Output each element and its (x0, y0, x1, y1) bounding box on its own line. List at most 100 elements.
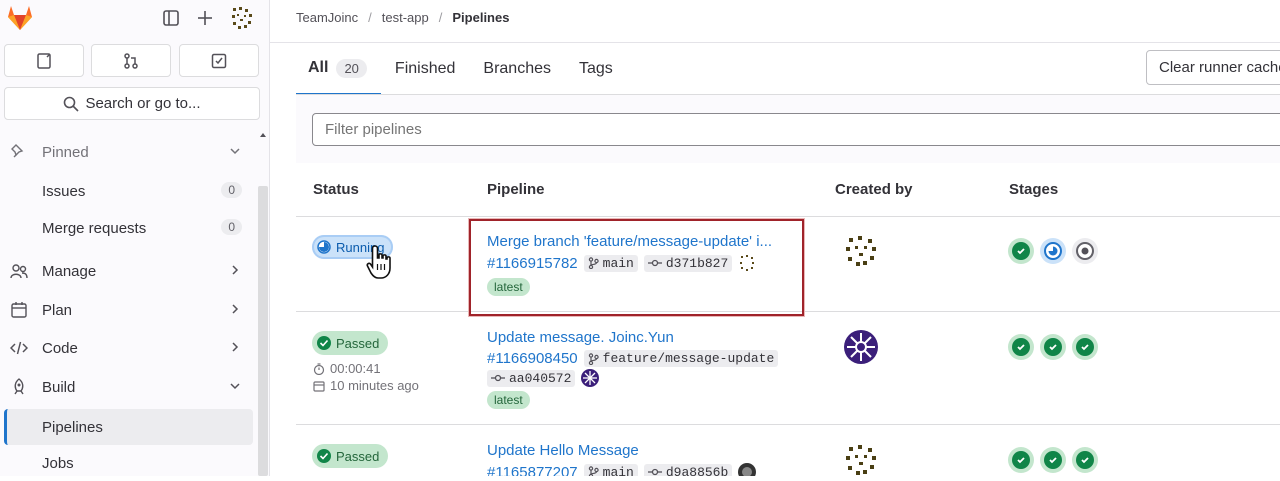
pipeline-meta: #1166908450 feature/message-update (487, 350, 779, 367)
branch-name: main (602, 464, 634, 477)
pipeline-stages (1008, 334, 1098, 360)
search-button[interactable]: Search or go to... (4, 87, 260, 120)
commit-author-avatar[interactable] (581, 369, 600, 387)
pipeline-tabs: All 20 Finished Branches Tags (296, 43, 627, 95)
pin-icon (11, 144, 24, 158)
tab-label: Finished (394, 60, 456, 77)
filter-pipelines-input[interactable] (312, 113, 1280, 146)
rocket-icon (14, 378, 24, 395)
sidebar-item-label: Code (42, 339, 78, 357)
pipeline-title-link[interactable]: Update Hello Message (487, 442, 639, 459)
stage-success-icon[interactable] (1072, 447, 1098, 473)
commit-chip[interactable]: aa040572 (487, 369, 576, 387)
branch-chip[interactable]: feature/message-update (583, 350, 779, 367)
sidebar-toggle-icon[interactable] (158, 5, 184, 31)
passed-status-icon (317, 449, 331, 463)
issues-icon (37, 52, 51, 69)
sidebar-item-label: Manage (42, 262, 97, 280)
code-icon (10, 341, 28, 355)
creator-avatar[interactable] (844, 234, 878, 268)
stage-success-icon[interactable] (1008, 447, 1034, 473)
column-header-status: Status (313, 181, 359, 198)
status-badge-passed[interactable]: Passed (312, 444, 389, 468)
stage-success-icon[interactable] (1008, 334, 1034, 360)
commit-sha: aa040572 (509, 370, 572, 386)
table-row: Passed 00:00:41 10 minutes ago Update me… (296, 312, 1280, 425)
pipeline-meta: #1165877207 main d9a8856b (487, 463, 757, 477)
sidebar-item-plan[interactable]: Plan (0, 292, 256, 328)
merge-requests-shortcut-button[interactable] (91, 44, 171, 77)
column-header-pipeline: Pipeline (487, 181, 545, 198)
chevron-down-icon (230, 383, 240, 390)
issues-count-badge: 0 (221, 182, 242, 198)
chevron-right-icon (232, 304, 239, 314)
sidebar-item-pipelines[interactable]: Pipelines (4, 409, 253, 445)
column-header-created-by: Created by (835, 181, 913, 198)
tab-finished[interactable]: Finished (381, 43, 469, 95)
commit-author-avatar[interactable] (738, 463, 757, 476)
gitlab-logo-icon[interactable] (6, 4, 34, 36)
search-icon (64, 96, 80, 112)
branch-name: feature/message-update (602, 351, 775, 366)
status-label: Passed (336, 335, 380, 351)
commit-icon (647, 468, 662, 476)
todos-shortcut-button[interactable] (179, 44, 259, 77)
scroll-up-arrow-icon[interactable] (259, 131, 267, 139)
sidebar-item-label: Jobs (42, 454, 74, 472)
tab-all[interactable]: All 20 (296, 43, 381, 95)
creator-avatar[interactable] (844, 330, 878, 364)
commit-chip[interactable]: d9a8856b (643, 463, 733, 476)
pipeline-stages (1008, 447, 1098, 473)
branch-chip[interactable]: main (583, 463, 638, 477)
stage-running-icon[interactable] (1040, 238, 1066, 264)
merge-request-icon (124, 52, 138, 69)
chevron-right-icon (232, 265, 239, 275)
pipeline-stages (1008, 238, 1098, 264)
sidebar-item-merge-requests[interactable]: Merge requests 0 (0, 210, 256, 246)
sidebar-item-build[interactable]: Build (0, 369, 256, 405)
breadcrumb-separator: / (368, 10, 372, 25)
creator-avatar[interactable] (844, 443, 878, 476)
sidebar-item-manage[interactable]: Manage (0, 253, 256, 289)
stage-success-icon[interactable] (1072, 334, 1098, 360)
main-content: TeamJoinc / test-app / Pipelines All 20 … (270, 0, 1280, 476)
running-status-icon (317, 240, 331, 254)
users-icon (10, 264, 28, 279)
status-badge-passed[interactable]: Passed (312, 331, 389, 355)
sidebar-topbar (0, 0, 270, 36)
stage-success-icon[interactable] (1040, 334, 1066, 360)
tab-label: Tags (579, 60, 613, 77)
tab-branches[interactable]: Branches (469, 43, 565, 95)
pipeline-id-link[interactable]: #1166908450 (487, 350, 578, 367)
breadcrumb: TeamJoinc / test-app / Pipelines (296, 10, 509, 25)
clear-runner-caches-button[interactable]: Clear runner caches (1146, 50, 1280, 85)
table-row: Passed Update Hello Message #1165877207 … (296, 425, 1280, 476)
latest-badge: latest (487, 391, 530, 409)
stage-pending-icon[interactable] (1072, 238, 1098, 264)
create-new-icon[interactable] (192, 5, 218, 31)
breadcrumb-project[interactable]: test-app (382, 10, 429, 25)
pipeline-title-link[interactable]: Update message. Joinc.Yun (487, 329, 674, 346)
breadcrumb-current[interactable]: Pipelines (452, 10, 509, 25)
branch-icon (588, 352, 599, 365)
sidebar-item-label: Pinned (42, 143, 89, 161)
breadcrumb-org[interactable]: TeamJoinc (296, 10, 358, 25)
table-header: Status Pipeline Created by Stages (296, 163, 1280, 217)
branch-icon (588, 466, 599, 476)
stage-success-icon[interactable] (1040, 447, 1066, 473)
stage-success-icon[interactable] (1008, 238, 1034, 264)
sidebar-scrollbar[interactable] (258, 186, 268, 476)
pipeline-commit-meta: aa040572 (487, 369, 600, 387)
sidebar-section-pinned[interactable]: Pinned (0, 134, 256, 170)
pipeline-id-link[interactable]: #1165877207 (487, 464, 578, 477)
tab-tags[interactable]: Tags (565, 43, 627, 95)
passed-status-icon (317, 336, 331, 350)
calendar-icon (313, 380, 325, 392)
user-avatar[interactable] (229, 5, 255, 31)
hand-cursor-icon (366, 245, 391, 279)
issues-shortcut-button[interactable] (4, 44, 84, 77)
pipeline-duration: 00:00:41 (313, 361, 381, 376)
sidebar-item-issues[interactable]: Issues 0 (0, 173, 256, 209)
sidebar: Search or go to... Pinned Issues 0 Merge… (0, 0, 270, 476)
sidebar-item-code[interactable]: Code (0, 330, 256, 366)
